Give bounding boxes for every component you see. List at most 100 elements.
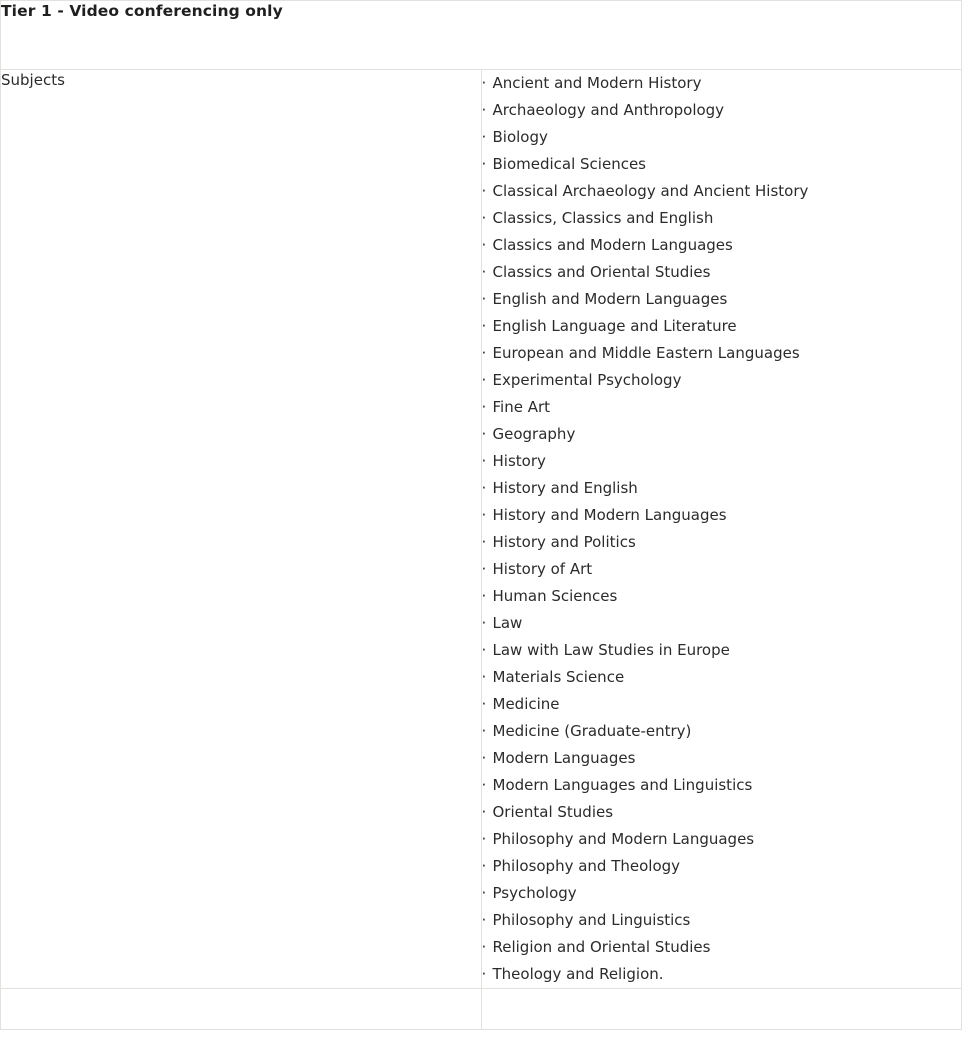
- list-item: · Archaeology and Anthropology: [482, 97, 962, 124]
- subject-label: Human Sciences: [492, 587, 618, 605]
- subject-label: Geography: [492, 425, 576, 443]
- bullet-icon: ·: [481, 560, 487, 578]
- list-item: · Ancient and Modern History: [482, 70, 962, 97]
- bullet-icon: ·: [481, 209, 487, 227]
- subject-label: History: [492, 452, 546, 470]
- bullet-icon: ·: [481, 128, 487, 146]
- subject-label: Classics and Modern Languages: [492, 236, 733, 254]
- list-item: · Psychology: [482, 880, 962, 907]
- subject-label: Medicine (Graduate-entry): [492, 722, 692, 740]
- list-item: · Law: [482, 610, 962, 637]
- next-row-label-cell: [0, 988, 482, 1030]
- table-header-row: Tier 1 - Video conferencing only: [0, 0, 962, 70]
- list-item: · History and English: [482, 475, 962, 502]
- list-item: · Religion and Oriental Studies: [482, 934, 962, 961]
- bullet-icon: ·: [481, 965, 487, 983]
- bullet-icon: ·: [481, 452, 487, 470]
- bullet-icon: ·: [481, 938, 487, 956]
- bullet-icon: ·: [481, 776, 487, 794]
- list-item: · Classics and Modern Languages: [482, 232, 962, 259]
- bullet-icon: ·: [481, 263, 487, 281]
- tier-subjects-table: Tier 1 - Video conferencing only Subject…: [0, 0, 962, 1030]
- bullet-icon: ·: [481, 182, 487, 200]
- row-label-cell: Subjects: [0, 69, 482, 989]
- subject-label: Law: [492, 614, 523, 632]
- bullet-icon: ·: [481, 74, 487, 92]
- subject-label: Ancient and Modern History: [492, 74, 702, 92]
- list-item: · Law with Law Studies in Europe: [482, 637, 962, 664]
- subject-label: English Language and Literature: [492, 317, 737, 335]
- list-item: · Medicine: [482, 691, 962, 718]
- list-item: · Oriental Studies: [482, 799, 962, 826]
- subject-label: English and Modern Languages: [492, 290, 728, 308]
- bullet-icon: ·: [481, 155, 487, 173]
- table-row-next-partial: [0, 988, 962, 1030]
- bullet-icon: ·: [481, 641, 487, 659]
- subject-label: History and Politics: [492, 533, 636, 551]
- list-item: · Philosophy and Modern Languages: [482, 826, 962, 853]
- subject-label: Biology: [492, 128, 548, 146]
- tier-header-cell: Tier 1 - Video conferencing only: [0, 0, 962, 70]
- subject-label: Modern Languages: [492, 749, 636, 767]
- bullet-icon: ·: [481, 668, 487, 686]
- subject-label: History and Modern Languages: [492, 506, 727, 524]
- bullet-icon: ·: [481, 911, 487, 929]
- subject-label: Philosophy and Theology: [492, 857, 681, 875]
- bullet-icon: ·: [481, 479, 487, 497]
- bullet-icon: ·: [481, 857, 487, 875]
- list-item: · Biology: [482, 124, 962, 151]
- list-item: · Human Sciences: [482, 583, 962, 610]
- subject-label: Religion and Oriental Studies: [492, 938, 711, 956]
- list-item: · European and Middle Eastern Languages: [482, 340, 962, 367]
- subject-label: Philosophy and Modern Languages: [492, 830, 755, 848]
- bullet-icon: ·: [481, 749, 487, 767]
- list-item: · Modern Languages: [482, 745, 962, 772]
- bullet-icon: ·: [481, 344, 487, 362]
- bullet-icon: ·: [481, 614, 487, 632]
- subject-label: Oriental Studies: [492, 803, 614, 821]
- list-item: · History of Art: [482, 556, 962, 583]
- tier-header-title: Tier 1 - Video conferencing only: [1, 2, 283, 20]
- list-item: · Experimental Psychology: [482, 367, 962, 394]
- list-item: · Fine Art: [482, 394, 962, 421]
- list-item: · Theology and Religion.: [482, 961, 962, 988]
- list-item: · Philosophy and Theology: [482, 853, 962, 880]
- subject-label: Materials Science: [492, 668, 625, 686]
- list-item: · English Language and Literature: [482, 313, 962, 340]
- list-item: · History and Modern Languages: [482, 502, 962, 529]
- subject-list: · Ancient and Modern History · Archaeology …: [482, 70, 962, 988]
- next-row-content-cell: [480, 988, 962, 1030]
- bullet-icon: ·: [481, 587, 487, 605]
- bullet-icon: ·: [481, 695, 487, 713]
- subject-label: Experimental Psychology: [492, 371, 682, 389]
- list-item: · Geography: [482, 421, 962, 448]
- subject-label: History and English: [492, 479, 638, 497]
- list-item: · History: [482, 448, 962, 475]
- list-item: · Philosophy and Linguistics: [482, 907, 962, 934]
- bullet-icon: ·: [481, 533, 487, 551]
- bullet-icon: ·: [481, 371, 487, 389]
- subject-label: Fine Art: [492, 398, 551, 416]
- bullet-icon: ·: [481, 506, 487, 524]
- bullet-icon: ·: [481, 803, 487, 821]
- subject-label: Archaeology and Anthropology: [492, 101, 725, 119]
- table-row: Subjects · Ancient and Modern History · Arc…: [0, 69, 962, 989]
- row-label-subjects: Subjects: [1, 71, 65, 89]
- bullet-icon: ·: [481, 398, 487, 416]
- subject-label: History of Art: [492, 560, 593, 578]
- subject-label: Modern Languages and Linguistics: [492, 776, 753, 794]
- bullet-icon: ·: [481, 722, 487, 740]
- list-item: · Materials Science: [482, 664, 962, 691]
- list-item: · Classical Archaeology and Ancient Histo…: [482, 178, 962, 205]
- list-item: · English and Modern Languages: [482, 286, 962, 313]
- subject-label: Philosophy and Linguistics: [492, 911, 691, 929]
- bullet-icon: ·: [481, 317, 487, 335]
- subject-label: Theology and Religion.: [492, 965, 664, 983]
- bullet-icon: ·: [481, 101, 487, 119]
- subject-label: Biomedical Sciences: [492, 155, 647, 173]
- list-item: · Biomedical Sciences: [482, 151, 962, 178]
- subject-label: Medicine: [492, 695, 560, 713]
- bullet-icon: ·: [481, 830, 487, 848]
- list-item: · Classics and Oriental Studies: [482, 259, 962, 286]
- subject-label: Classical Archaeology and Ancient Histor…: [492, 182, 809, 200]
